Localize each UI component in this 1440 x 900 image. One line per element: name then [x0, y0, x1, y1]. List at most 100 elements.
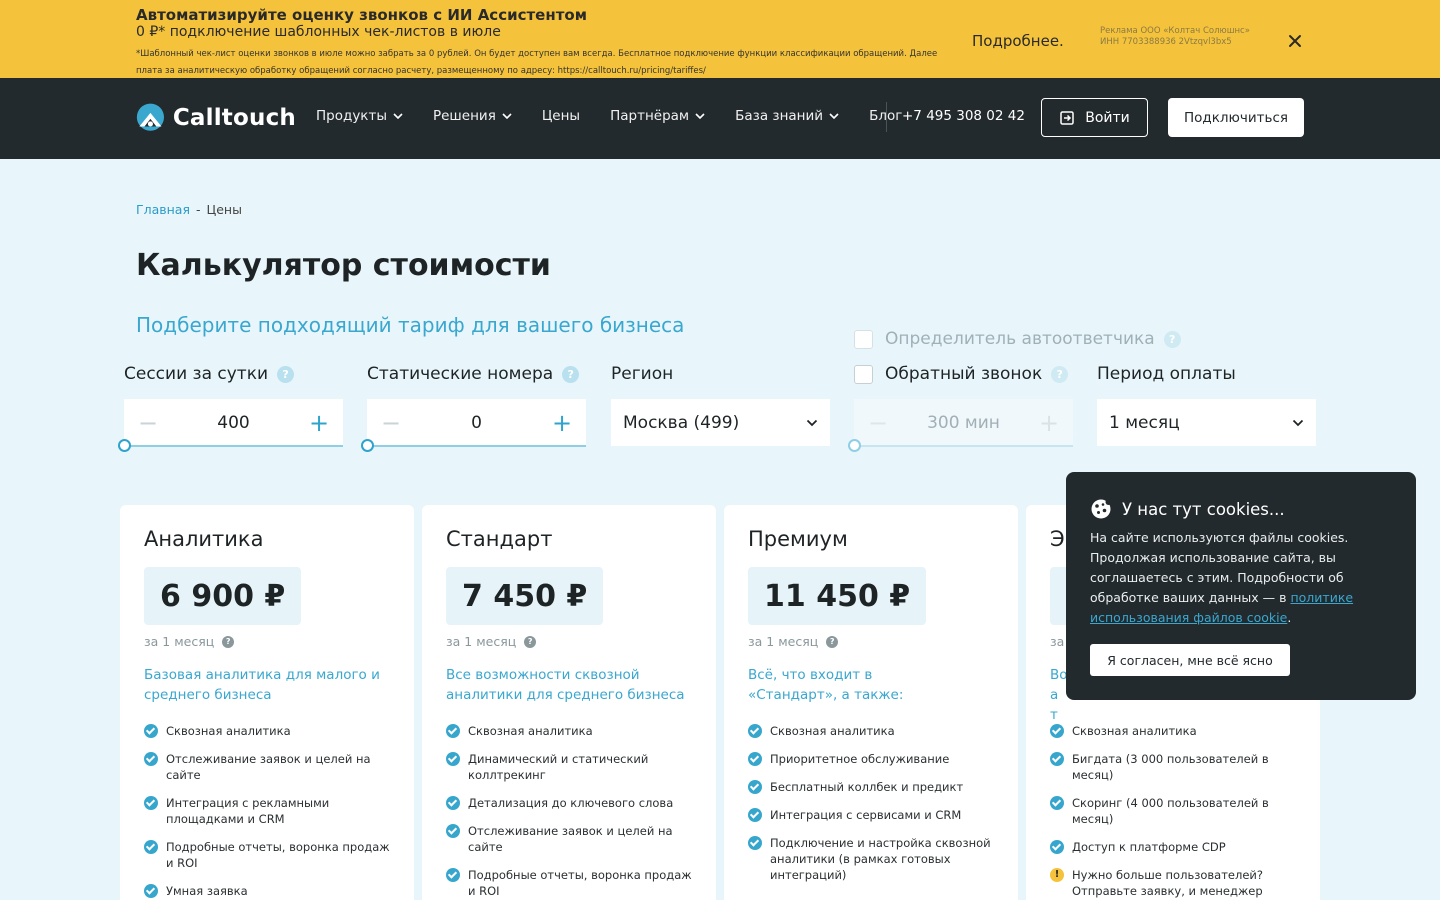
- static-numbers-slider-track[interactable]: [367, 445, 586, 447]
- promo-note: *Шаблонный чек-лист оценки звонков в июл…: [136, 49, 938, 76]
- feature-item: Интеграция с сервисами и CRM: [748, 807, 1004, 823]
- promo-ad-label: Реклама ООО «Колтач Солюшнс» ИНН 7703388…: [1100, 26, 1250, 47]
- static-numbers-label-text: Статические номера: [367, 364, 554, 384]
- cookie-text: На сайте используются файлы cookies. Про…: [1090, 528, 1390, 628]
- feature-text: Отслеживание заявок и целей на сайте: [468, 824, 673, 854]
- logo[interactable]: Calltouch: [136, 98, 296, 138]
- static-numbers-value[interactable]: 0: [471, 413, 482, 433]
- answering-machine-checkbox[interactable]: [854, 329, 873, 349]
- warning-icon: !: [1050, 868, 1064, 882]
- feature-item: Умная заявка: [144, 883, 400, 899]
- help-icon[interactable]: ?: [1163, 330, 1181, 348]
- login-icon: [1060, 110, 1074, 125]
- region-select[interactable]: Москва (499): [611, 399, 830, 446]
- tariff-name: Премиум: [748, 527, 848, 551]
- help-icon[interactable]: ?: [562, 365, 580, 383]
- callback-slider-handle[interactable]: [848, 439, 861, 452]
- period-select[interactable]: 1 месяц: [1097, 399, 1316, 446]
- callback-checkbox[interactable]: [854, 364, 873, 384]
- feature-item: Сквозная аналитика: [144, 723, 400, 739]
- help-icon[interactable]: ?: [1051, 365, 1069, 383]
- tariff-period: за 1 месяц?: [446, 634, 537, 649]
- login-label: Войти: [1085, 109, 1130, 126]
- breadcrumb-home[interactable]: Главная: [136, 202, 190, 217]
- sessions-label: Сессии за сутки ?: [124, 364, 295, 384]
- close-icon[interactable]: [1286, 32, 1304, 50]
- nav-prices[interactable]: Цены: [542, 108, 580, 124]
- tariff-card-analytics: Аналитика 6 900 ₽ за 1 месяц? Базовая ан…: [120, 505, 414, 900]
- tariff-period-text: за 1 месяц: [748, 634, 819, 649]
- cookie-accept-button[interactable]: Я согласен, мне всё ясно: [1090, 644, 1290, 676]
- tariff-period-text: за 1 месяц: [446, 634, 517, 649]
- nav-partners[interactable]: Партнёрам: [610, 108, 705, 124]
- help-icon[interactable]: ?: [222, 635, 235, 648]
- chevron-down-icon: [829, 113, 839, 119]
- feature-text: Умная заявка: [166, 884, 248, 898]
- help-icon[interactable]: ?: [826, 635, 839, 648]
- nav-knowledge-base[interactable]: База знаний: [735, 108, 839, 124]
- period-label: Период оплаты: [1097, 364, 1236, 384]
- cookie-popup: У нас тут cookies... На сайте используют…: [1066, 472, 1416, 700]
- callback-plus-button[interactable]: +: [1039, 409, 1059, 437]
- sessions-plus-button[interactable]: +: [309, 409, 329, 437]
- page-subtitle: Подберите подходящий тариф для вашего би…: [136, 313, 685, 337]
- help-icon[interactable]: ?: [277, 365, 295, 383]
- callback-slider-track[interactable]: [854, 445, 1073, 447]
- promo-banner: Автоматизируйте оценку звонков с ИИ Асси…: [0, 0, 1440, 78]
- nav-divider: [886, 102, 887, 132]
- feature-item: Отслеживание заявок и целей на сайте: [446, 823, 702, 855]
- tariff-period: за 1 месяц?: [144, 634, 235, 649]
- sessions-slider-track[interactable]: [124, 445, 343, 447]
- check-icon: [748, 752, 762, 766]
- sessions-slider-handle[interactable]: [118, 439, 131, 452]
- check-icon: [1050, 724, 1064, 738]
- feature-text: Приоритетное обслуживание: [770, 752, 950, 766]
- nav-partners-label: Партнёрам: [610, 108, 690, 124]
- callback-minus-button[interactable]: −: [868, 409, 888, 437]
- static-numbers-stepper: − 0 +: [367, 399, 586, 446]
- sessions-value[interactable]: 400: [217, 413, 249, 433]
- nav-products-label: Продукты: [316, 108, 387, 124]
- static-numbers-minus-button[interactable]: −: [381, 409, 401, 437]
- feature-text: Сквозная аналитика: [166, 724, 291, 738]
- nav-solutions[interactable]: Решения: [433, 108, 512, 124]
- feature-text: Подробные отчеты, воронка продаж и ROI: [468, 868, 692, 898]
- check-icon: [446, 796, 460, 810]
- feature-list: Сквозная аналитика Отслеживание заявок и…: [144, 723, 400, 900]
- feature-item: Приоритетное обслуживание: [748, 751, 1004, 767]
- phone-link[interactable]: +7 495 308 02 42: [902, 108, 1025, 124]
- help-icon[interactable]: ?: [524, 635, 537, 648]
- feature-text: Детализация до ключевого слова: [468, 796, 674, 810]
- static-numbers-plus-button[interactable]: +: [552, 409, 572, 437]
- tariff-period: за 1 месяц?: [748, 634, 839, 649]
- connect-button[interactable]: Подключиться: [1168, 98, 1304, 137]
- tariff-description: Базовая аналитика для малого и среднего …: [144, 667, 380, 703]
- logo-text: Calltouch: [172, 105, 296, 131]
- check-icon: [446, 824, 460, 838]
- feature-list: Сквозная аналитика Динамический и статич…: [446, 723, 702, 900]
- callback-option[interactable]: Обратный звонок ?: [854, 364, 1069, 384]
- feature-text: Сквозная аналитика: [770, 724, 895, 738]
- check-icon: [1050, 840, 1064, 854]
- chevron-down-icon: [695, 113, 705, 119]
- answering-machine-option[interactable]: Определитель автоответчика ?: [854, 329, 1181, 349]
- tariff-period-text: за 1 месяц: [144, 634, 215, 649]
- feature-text: Бесплатный коллбек и предикт: [770, 780, 964, 794]
- sessions-minus-button[interactable]: −: [138, 409, 158, 437]
- breadcrumb-separator: -: [196, 202, 201, 217]
- feature-text: Бигдата (3 000 пользователей в месяц): [1072, 752, 1269, 782]
- nav-solutions-label: Решения: [432, 108, 496, 124]
- tariff-price: 7 450 ₽: [446, 567, 604, 625]
- tariff-name: Аналитика: [144, 527, 264, 551]
- tariff-card-premium: Премиум 11 450 ₽ за 1 месяц? Всё, что вх…: [724, 505, 1018, 900]
- promo-more-link[interactable]: Подробнее.: [972, 32, 1064, 50]
- chevron-down-icon: [393, 113, 403, 119]
- check-icon: [144, 884, 158, 898]
- nav-products[interactable]: Продукты: [316, 108, 403, 124]
- site-header: Calltouch Продукты Решения Цены Партнёра…: [0, 78, 1440, 159]
- feature-text: Сквозная аналитика: [1072, 724, 1197, 738]
- login-button[interactable]: Войти: [1041, 98, 1148, 137]
- static-numbers-slider-handle[interactable]: [361, 439, 374, 452]
- tariff-name: Стандарт: [446, 527, 553, 551]
- period-value: 1 месяц: [1109, 412, 1180, 433]
